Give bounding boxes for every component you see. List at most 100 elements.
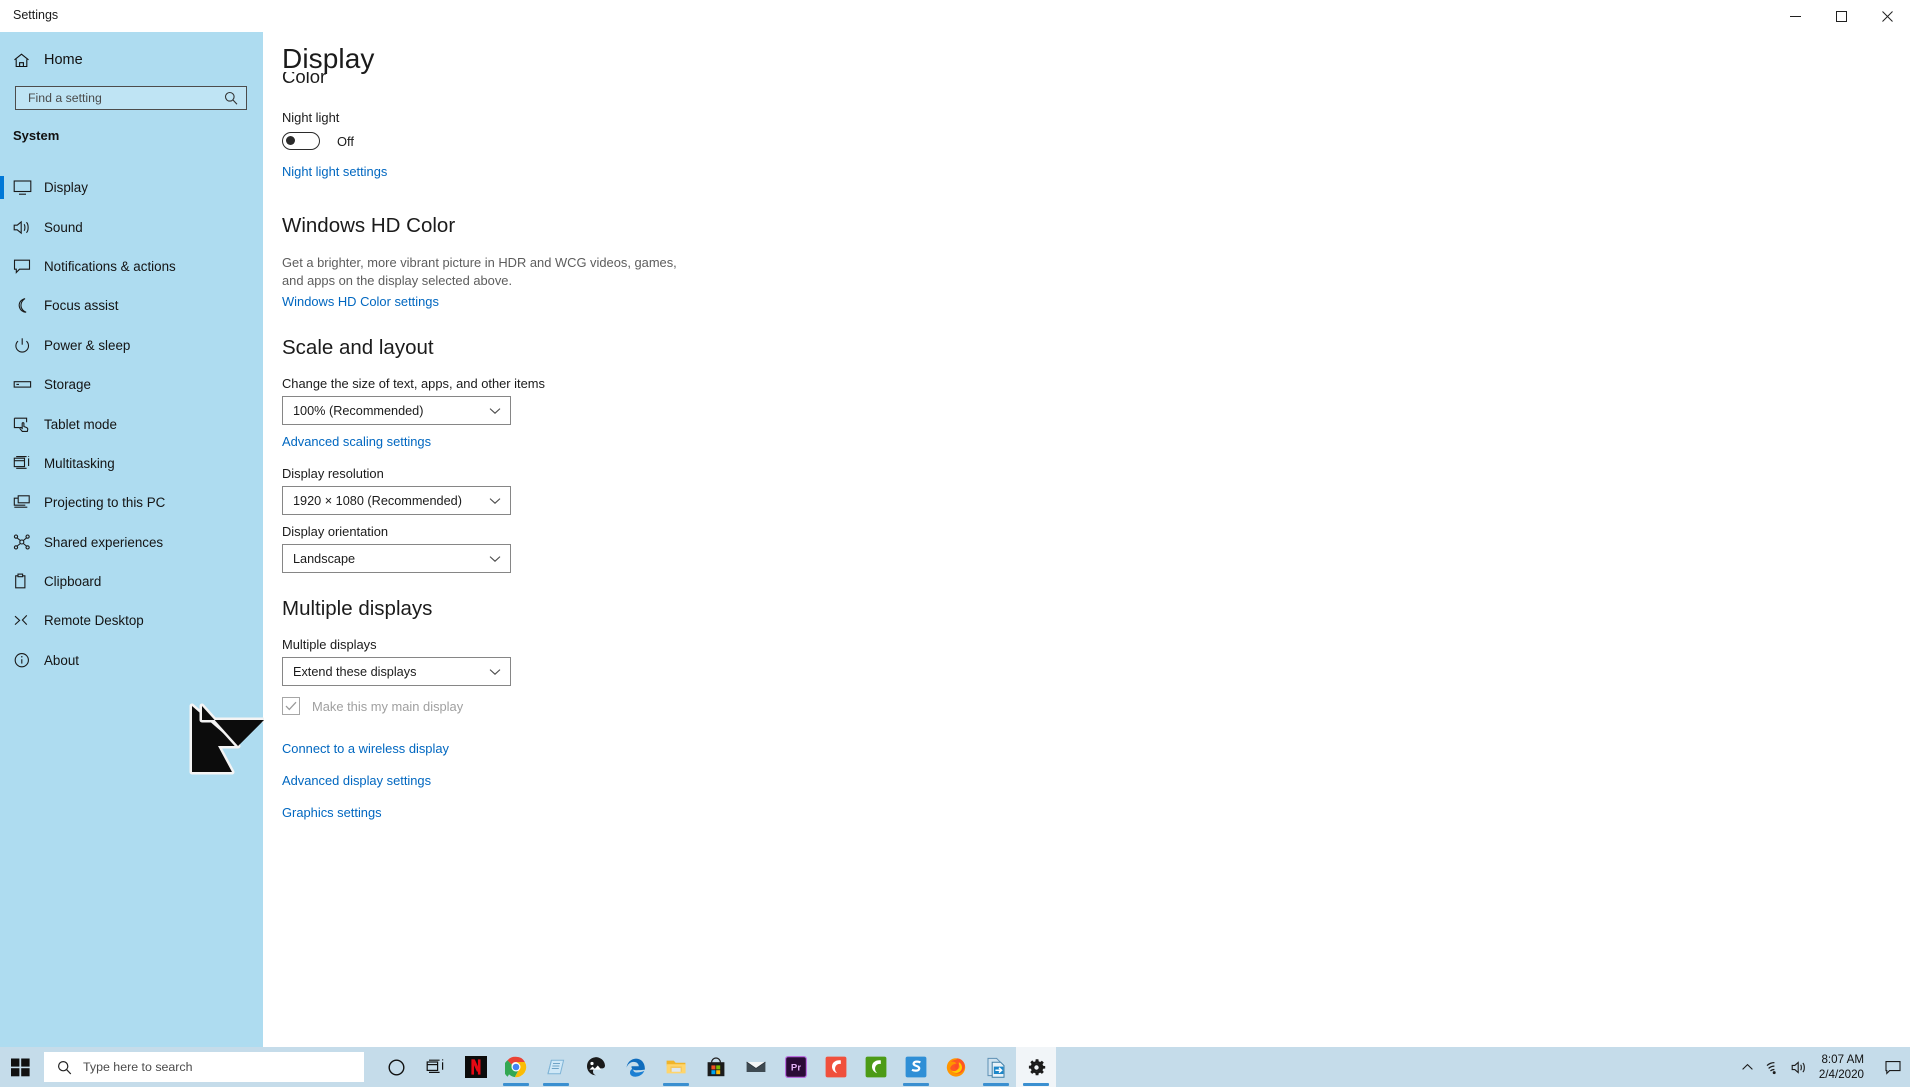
taskbar-item-microsoft-store[interactable] [696,1047,736,1087]
network-icon[interactable] [1761,1047,1787,1087]
sidebar-item-label: About [44,652,79,668]
taskbar-search-placeholder: Type here to search [83,1060,193,1074]
sidebar-item-focus-assist[interactable]: Focus assist [0,286,263,325]
premiere-pro-icon: Pr [784,1055,808,1079]
sidebar-item-label: Multitasking [44,455,115,471]
night-light-toggle[interactable] [282,132,320,150]
chevron-down-icon [489,555,510,563]
taskbar-item-mail[interactable] [736,1047,776,1087]
taskbar-search-input[interactable]: Type here to search [44,1052,364,1082]
taskbar-item-google-chrome[interactable] [496,1047,536,1087]
taskbar-item-notepad[interactable] [536,1047,576,1087]
resolution-dropdown[interactable]: 1920 × 1080 (Recommended) [282,486,511,515]
taskbar-item-cortana[interactable] [376,1047,416,1087]
camtasia-icon [824,1055,848,1079]
advanced-display-settings-link[interactable]: Advanced display settings [282,773,431,788]
netflix-icon [464,1055,488,1079]
orientation-value: Landscape [293,551,356,566]
multitask-icon [13,452,39,474]
taskbar-item-photos[interactable] [576,1047,616,1087]
sidebar-home-label: Home [44,52,83,68]
sidebar-item-about[interactable]: About [0,641,263,680]
taskbar-item-camtasia[interactable] [816,1047,856,1087]
close-button[interactable] [1864,0,1910,32]
color-section-heading: Color [282,72,327,87]
maximize-button[interactable] [1818,0,1864,32]
orientation-dropdown[interactable]: Landscape [282,544,511,573]
start-button[interactable] [0,1047,40,1087]
taskbar-item-microsoft-edge[interactable] [616,1047,656,1087]
hd-color-settings-link[interactable]: Windows HD Color settings [282,294,439,309]
search-icon [224,91,246,105]
sidebar-item-home[interactable]: Home [0,44,263,76]
system-tray: 8:07 AM 2/4/2020 [1735,1047,1910,1087]
search-input[interactable]: Find a setting [15,86,247,110]
sidebar-item-sound[interactable]: Sound [0,207,263,246]
action-center-button[interactable] [1876,1047,1910,1087]
sidebar-item-multitasking[interactable]: Multitasking [0,444,263,483]
moon-icon [13,295,39,317]
svg-text:Pr: Pr [791,1063,801,1074]
speaker-icon [13,216,39,238]
connect-wireless-display-link[interactable]: Connect to a wireless display [282,741,449,756]
night-light-label: Night light [282,110,340,125]
gear-icon [1024,1055,1048,1079]
info-icon [13,649,39,671]
taskbar-item-netflix[interactable] [456,1047,496,1087]
hd-color-heading: Windows HD Color [282,214,456,237]
scale-value: 100% (Recommended) [293,403,424,418]
remote-desktop-icon [13,610,39,632]
sidebar-item-label: Projecting to this PC [44,495,166,511]
main-display-checkbox-row[interactable]: Make this my main display [282,697,463,715]
firefox-icon [944,1055,968,1079]
taskbar-icons: Pr [376,1047,1056,1087]
selection-indicator [0,176,4,199]
mail-icon [744,1055,768,1079]
volume-icon[interactable] [1787,1047,1813,1087]
main-display-checkbox-label: Make this my main display [312,698,464,714]
sidebar-item-label: Focus assist [44,298,119,314]
taskbar-item-premiere-pro[interactable]: Pr [776,1047,816,1087]
sidebar-item-display[interactable]: Display [0,168,263,207]
task-view-icon [424,1055,448,1079]
sidebar-item-tablet-mode[interactable]: Tablet mode [0,404,263,443]
multiple-displays-dropdown[interactable]: Extend these displays [282,657,511,686]
home-icon [13,52,39,69]
sidebar-item-remote-desktop[interactable]: Remote Desktop [0,601,263,640]
multiple-displays-heading: Multiple displays [282,597,433,620]
resolution-label: Display resolution [282,466,384,481]
monitor-icon [13,177,39,199]
night-light-state: Off [337,133,354,149]
sidebar-item-projecting[interactable]: Projecting to this PC [0,483,263,522]
show-hidden-icons-button[interactable] [1735,1047,1761,1087]
drive-icon [13,374,39,396]
sidebar-item-shared-experiences[interactable]: Shared experiences [0,523,263,562]
google-chrome-icon [504,1055,528,1079]
settings-window: Settings Home Find a setting System Disp… [0,0,1910,1087]
notification-icon [13,255,39,277]
minimize-button[interactable] [1772,0,1818,32]
clock[interactable]: 8:07 AM 2/4/2020 [1819,1052,1864,1082]
sidebar-item-power-sleep[interactable]: Power & sleep [0,326,263,365]
taskbar-item-file-transfer[interactable] [976,1047,1016,1087]
taskbar-item-settings[interactable] [1016,1047,1056,1087]
taskbar-item-firefox[interactable] [936,1047,976,1087]
sidebar-item-clipboard[interactable]: Clipboard [0,562,263,601]
main-display-checkbox[interactable] [282,697,300,715]
taskbar-item-file-explorer[interactable] [656,1047,696,1087]
taskbar-item-snagit[interactable] [896,1047,936,1087]
cortana-icon [384,1055,408,1079]
graphics-settings-link[interactable]: Graphics settings [282,805,382,820]
night-light-settings-link[interactable]: Night light settings [282,164,387,179]
microsoft-edge-icon [624,1055,648,1079]
taskbar-item-camtasia-editor[interactable] [856,1047,896,1087]
notepad-icon [544,1055,568,1079]
scale-dropdown[interactable]: 100% (Recommended) [282,396,511,425]
sidebar-item-label: Shared experiences [44,534,164,550]
sidebar-item-storage[interactable]: Storage [0,365,263,404]
power-icon [13,334,39,356]
window-title: Settings [13,8,59,22]
sidebar-item-notifications[interactable]: Notifications & actions [0,247,263,286]
taskbar-item-task-view[interactable] [416,1047,456,1087]
advanced-scaling-settings-link[interactable]: Advanced scaling settings [282,434,431,449]
